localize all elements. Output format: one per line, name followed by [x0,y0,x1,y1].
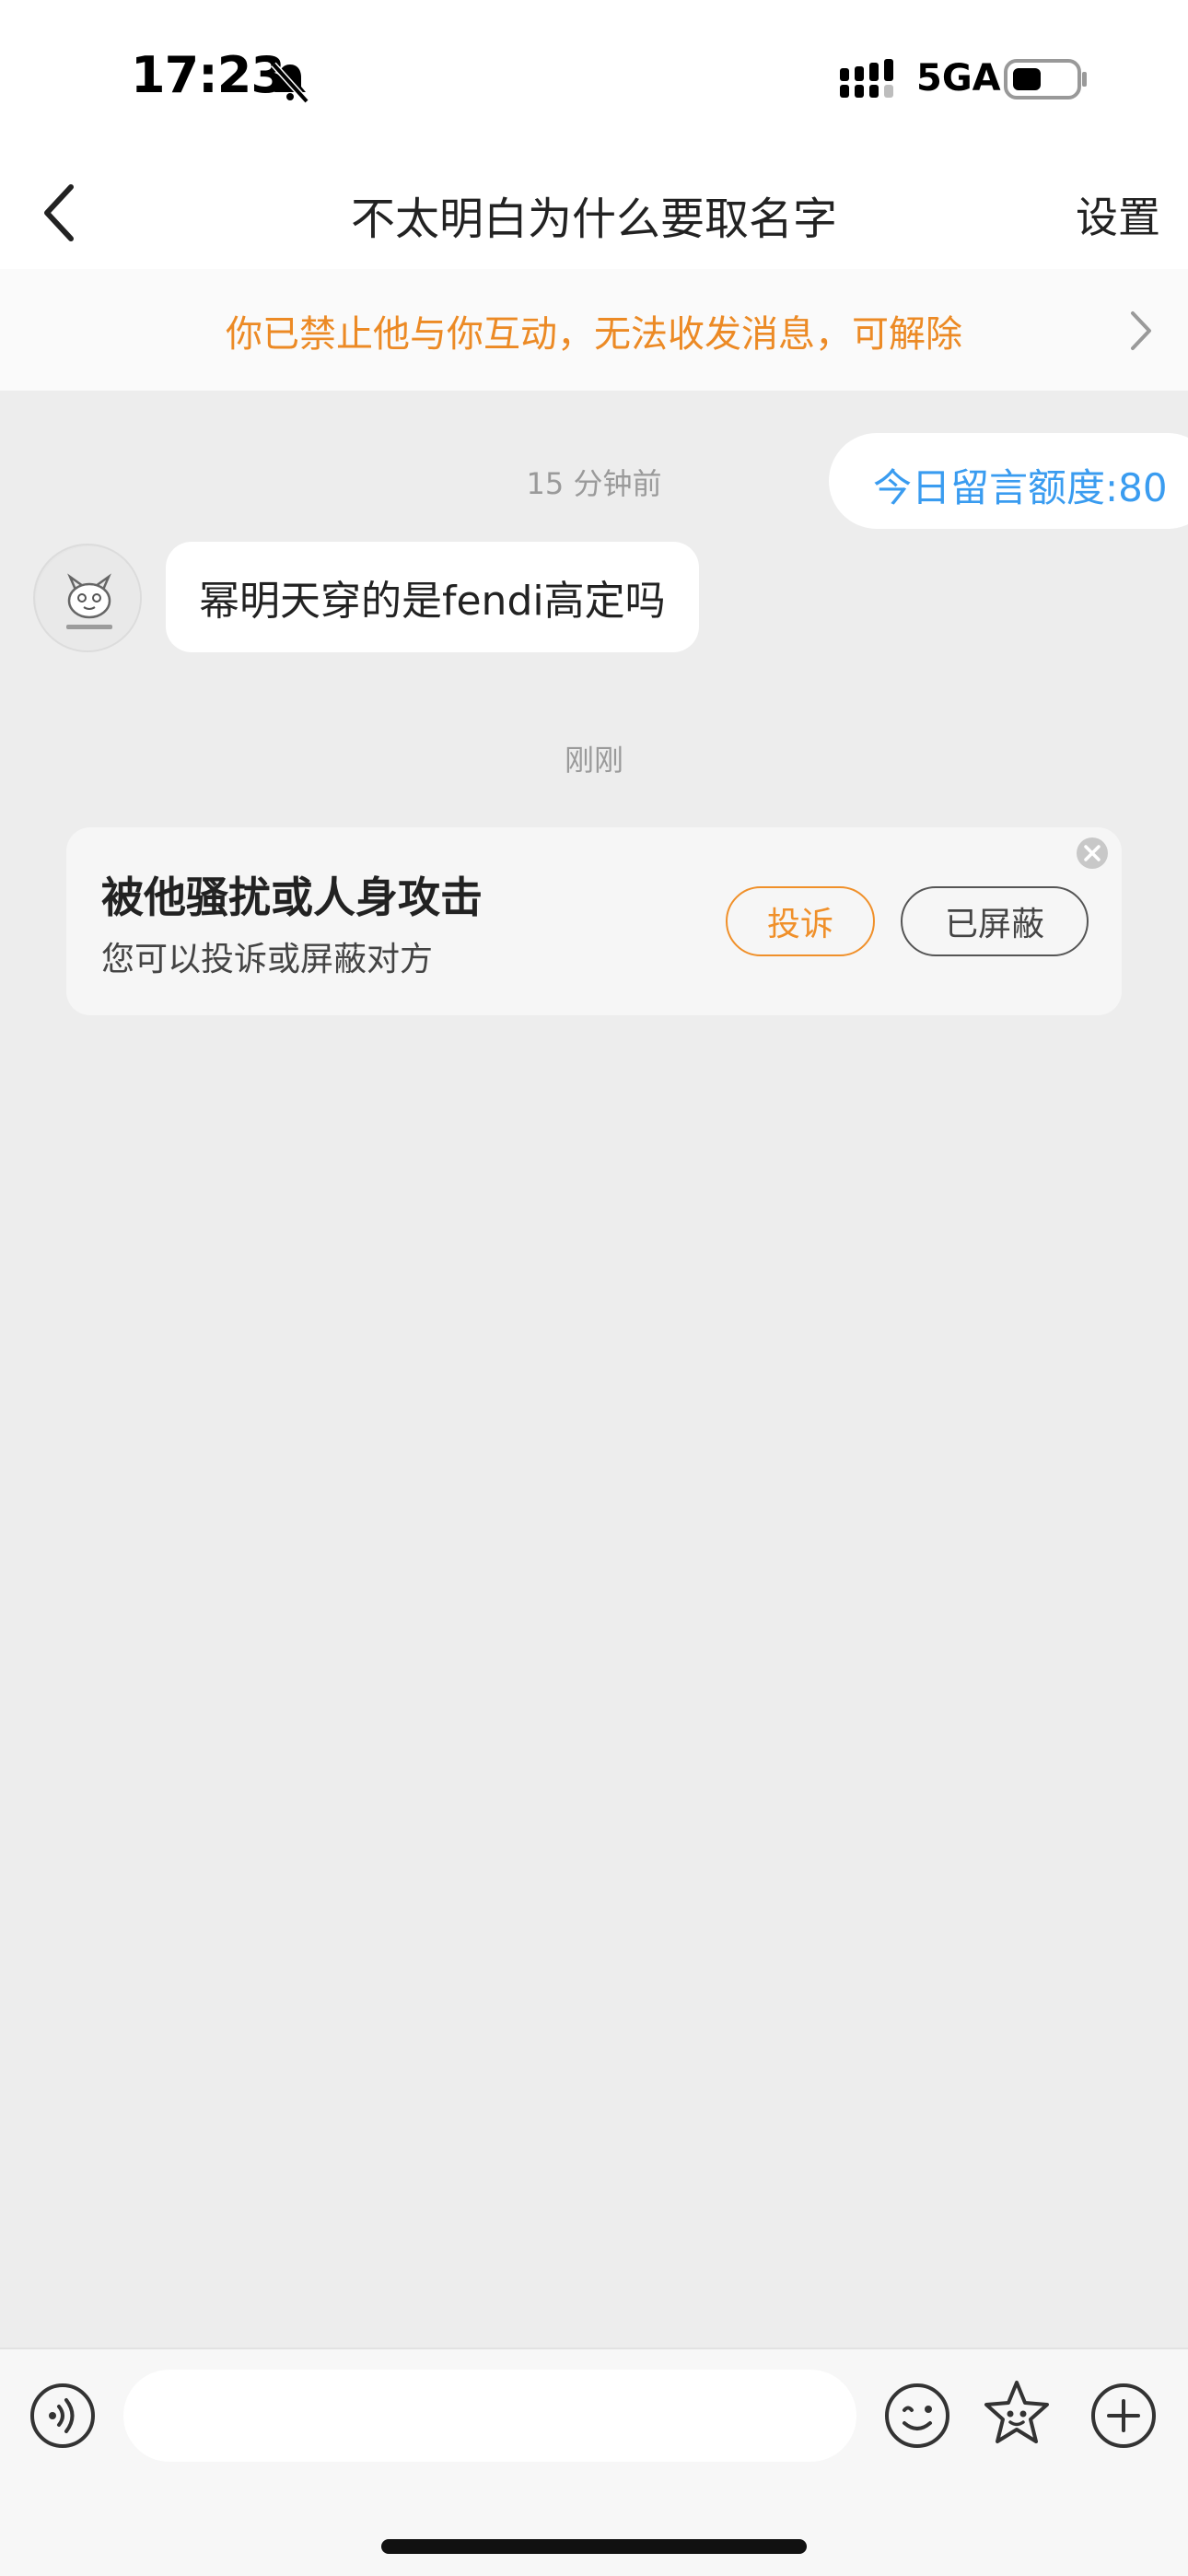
card-title: 被他骚扰或人身攻击 [101,872,483,922]
settings-button[interactable]: 设置 [1076,184,1160,245]
close-circle-icon[interactable] [1074,835,1111,872]
message-bubble[interactable]: 幂明天穿的是fendi高定吗 [166,542,699,652]
page-title: 不太明白为什么要取名字 [350,193,837,245]
harassment-report-card: 被他骚扰或人身攻击 您可以投诉或屏蔽对方 投诉 已屏蔽 [66,827,1122,1015]
card-subtitle: 您可以投诉或屏蔽对方 [101,941,434,978]
bell-slash-icon [271,62,309,104]
timestamp: 15 分钟前 [526,466,662,501]
timestamp: 刚刚 [564,743,623,778]
report-button[interactable]: 投诉 [726,886,875,956]
chevron-right-icon [1131,311,1151,350]
battery-icon [1004,59,1087,100]
nav-bar: 不太明白为什么要取名字 设置 [0,157,1188,271]
blocked-notice-banner[interactable]: 你已禁止他与你互动，无法收发消息，可解除 [0,269,1188,391]
cat-avatar-icon [36,546,140,650]
blocked-notice-text: 你已禁止他与你互动，无法收发消息，可解除 [226,313,962,356]
signal-icon [840,59,893,98]
chat-page: 17:23 5GA 不太明白为什么要取名字 设置 你已禁止他与你互动，无法收发消… [0,0,1188,2576]
status-bar: 17:23 5GA [0,0,1188,157]
plus-icon[interactable] [1089,2381,1159,2451]
avatar[interactable] [33,544,142,652]
home-indicator[interactable] [381,2539,807,2554]
message-input[interactable] [123,2370,856,2462]
sticker-icon[interactable] [980,2377,1054,2451]
message-text: 幂明天穿的是fendi高定吗 [199,578,666,625]
voice-icon[interactable] [28,2381,98,2451]
emoji-icon[interactable] [882,2381,952,2451]
blocked-button[interactable]: 已屏蔽 [901,886,1089,956]
network-type: 5GA [916,57,1001,100]
status-time: 17:23 [131,46,285,104]
